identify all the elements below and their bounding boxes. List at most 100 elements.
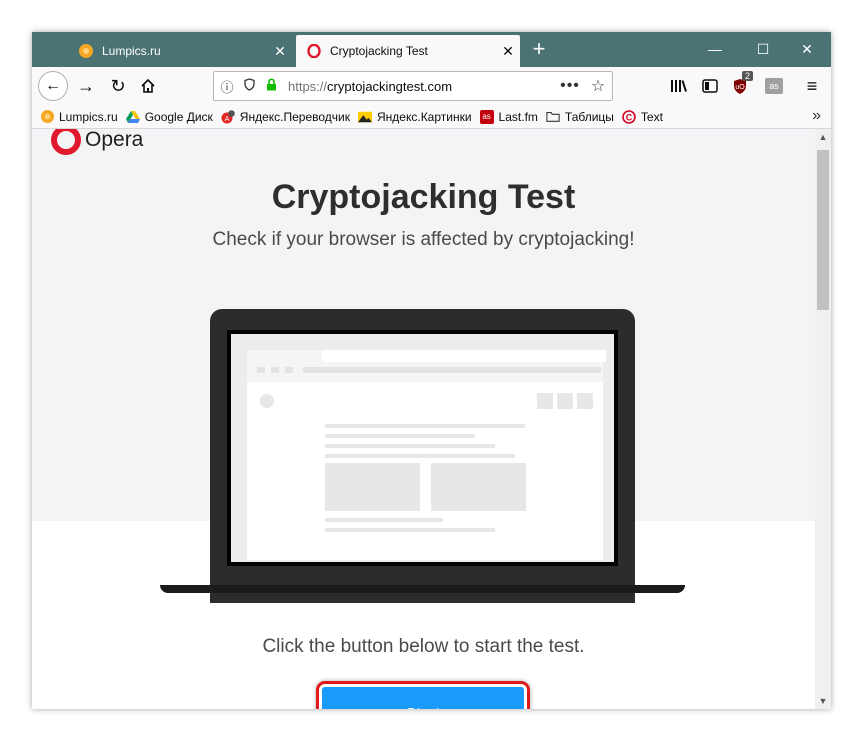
close-window-button[interactable]: ✕ xyxy=(783,32,831,67)
mock-box xyxy=(537,393,553,409)
back-button[interactable]: ← xyxy=(38,71,68,101)
address-bar[interactable]: ⓘ https://cryptojackingtest.com ••• ☆ xyxy=(213,71,613,101)
navigation-bar: ← → ↻ ⓘ https://cryptojackingtest.com ••… xyxy=(32,67,831,105)
yandex-images-icon xyxy=(358,110,372,124)
close-tab-icon[interactable]: ✕ xyxy=(268,43,292,60)
home-button[interactable] xyxy=(134,72,162,100)
page-title: Cryptojacking Test xyxy=(271,178,576,216)
mock-image xyxy=(431,463,526,511)
vertical-scrollbar[interactable]: ▲ ▼ xyxy=(815,129,831,709)
hamburger-menu-icon: ≡ xyxy=(806,75,818,96)
mock-browser xyxy=(247,350,606,560)
bookmark-label: Таблицы xyxy=(564,109,614,124)
mock-text-line xyxy=(325,434,475,438)
tab-title: Lumpics.ru xyxy=(102,44,161,58)
bookmarks-toolbar: Lumpics.ru Google Диск A Яндекс.Переводч… xyxy=(32,105,831,129)
mock-url-bar xyxy=(303,367,601,373)
bookmark-label: Яндекс.Картинки xyxy=(377,109,472,124)
minimize-button[interactable]: — xyxy=(691,32,739,67)
mock-nav-button xyxy=(285,367,293,373)
library-icon xyxy=(671,80,687,92)
scroll-down-arrow-icon[interactable]: ▼ xyxy=(815,693,831,709)
folder-icon xyxy=(546,110,560,124)
url-host: cryptojackingtest.com xyxy=(327,78,453,94)
mock-box xyxy=(557,393,573,409)
start-button[interactable]: Start xyxy=(322,687,524,709)
new-tab-button[interactable]: + xyxy=(524,36,554,64)
opera-logo-icon xyxy=(51,129,81,155)
instruction-text: Click the button below to start the test… xyxy=(262,636,585,657)
svg-text:A: A xyxy=(224,116,229,123)
mock-text-line xyxy=(325,528,495,532)
lastfm-icon: as xyxy=(479,109,494,124)
reload-icon: ↻ xyxy=(110,75,126,96)
mock-text-line xyxy=(325,444,495,448)
forward-button[interactable]: → xyxy=(72,72,100,100)
bookmark-lumpics[interactable]: Lumpics.ru xyxy=(40,110,118,124)
laptop-screen-inner xyxy=(231,334,614,562)
opera-logo[interactable]: Opera xyxy=(51,129,143,155)
lumpics-favicon xyxy=(40,110,54,124)
sidebar-toggle-button[interactable] xyxy=(696,72,724,100)
library-button[interactable] xyxy=(665,72,693,100)
bookmark-label: Lumpics.ru xyxy=(59,109,118,124)
mock-text-line xyxy=(325,454,515,458)
mock-box xyxy=(577,393,593,409)
tracking-shield-icon[interactable] xyxy=(240,78,258,94)
back-arrow-icon: ← xyxy=(45,77,61,94)
page-actions-menu[interactable]: ••• xyxy=(556,77,584,95)
bookmark-lastfm[interactable]: as Last.fm xyxy=(479,109,538,124)
mock-nav-button xyxy=(257,367,265,373)
tab-lumpics[interactable]: Lumpics.ru ✕ xyxy=(68,35,292,67)
main-menu-button[interactable]: ≡ xyxy=(798,72,826,100)
bookmark-label: Last.fm xyxy=(498,109,538,124)
laptop-illustration xyxy=(160,309,685,609)
tab-cryptojacking[interactable]: Cryptojacking Test ✕ xyxy=(296,35,520,67)
svg-text:uO: uO xyxy=(735,84,745,91)
home-icon xyxy=(141,78,155,93)
scrollbar-thumb[interactable] xyxy=(817,150,829,310)
opera-favicon xyxy=(306,43,322,59)
scroll-up-arrow-icon[interactable]: ▲ xyxy=(815,129,831,145)
secure-lock-icon[interactable] xyxy=(262,78,280,94)
lumpics-favicon xyxy=(78,43,94,59)
bookmark-yandex-images[interactable]: Яндекс.Картинки xyxy=(358,110,472,124)
opera-logo-text: Opera xyxy=(85,129,144,151)
google-drive-icon xyxy=(125,110,140,124)
laptop-base xyxy=(160,585,685,593)
bookmark-folder-tables[interactable]: Таблицы xyxy=(546,110,614,124)
bookmark-label: Яндекс.Переводчик xyxy=(239,109,350,124)
reload-button[interactable]: ↻ xyxy=(104,72,132,100)
more-bookmarks-chevron-icon[interactable]: » xyxy=(812,107,821,125)
yandex-translate-icon: A xyxy=(221,109,235,124)
url-text[interactable]: https://cryptojackingtest.com xyxy=(288,79,556,94)
mock-browser-toolbar xyxy=(247,350,606,382)
maximize-button[interactable]: ☐ xyxy=(739,32,787,67)
tab-strip: Lumpics.ru ✕ Cryptojacking Test ✕ + — ☐ … xyxy=(32,32,831,67)
mock-text-line xyxy=(325,424,525,428)
bookmark-yandex-translate[interactable]: A Яндекс.Переводчик xyxy=(221,110,350,124)
tab-title: Cryptojacking Test xyxy=(330,44,428,58)
mock-image xyxy=(325,463,420,511)
ublock-origin-button[interactable]: uO 2 xyxy=(728,71,756,100)
url-scheme: https:// xyxy=(288,78,328,94)
page-content: Opera Cryptojacking Test Check if your b… xyxy=(32,129,815,709)
mock-avatar xyxy=(260,394,274,408)
svg-text:C: C xyxy=(626,112,633,122)
info-icon[interactable]: ⓘ xyxy=(218,77,236,96)
forward-arrow-icon: → xyxy=(77,75,95,96)
laptop-screen xyxy=(227,330,618,566)
bookmark-label: Google Диск xyxy=(144,109,213,124)
lastfm-addon-icon: as xyxy=(765,78,783,94)
sidebar-icon xyxy=(702,79,718,93)
bookmark-google-drive[interactable]: Google Диск xyxy=(125,109,213,124)
page-subtitle: Check if your browser is affected by cry… xyxy=(212,229,635,250)
bookmark-star-icon[interactable]: ☆ xyxy=(584,76,612,96)
close-tab-icon[interactable]: ✕ xyxy=(496,43,520,60)
ublock-badge: 2 xyxy=(742,71,754,81)
lastfm-scrobbler-button[interactable]: as xyxy=(760,72,788,100)
copyright-icon: C xyxy=(622,109,636,124)
bookmark-text[interactable]: C Text xyxy=(622,110,663,124)
bookmark-label: Text xyxy=(640,109,663,124)
mock-tab xyxy=(322,350,606,362)
